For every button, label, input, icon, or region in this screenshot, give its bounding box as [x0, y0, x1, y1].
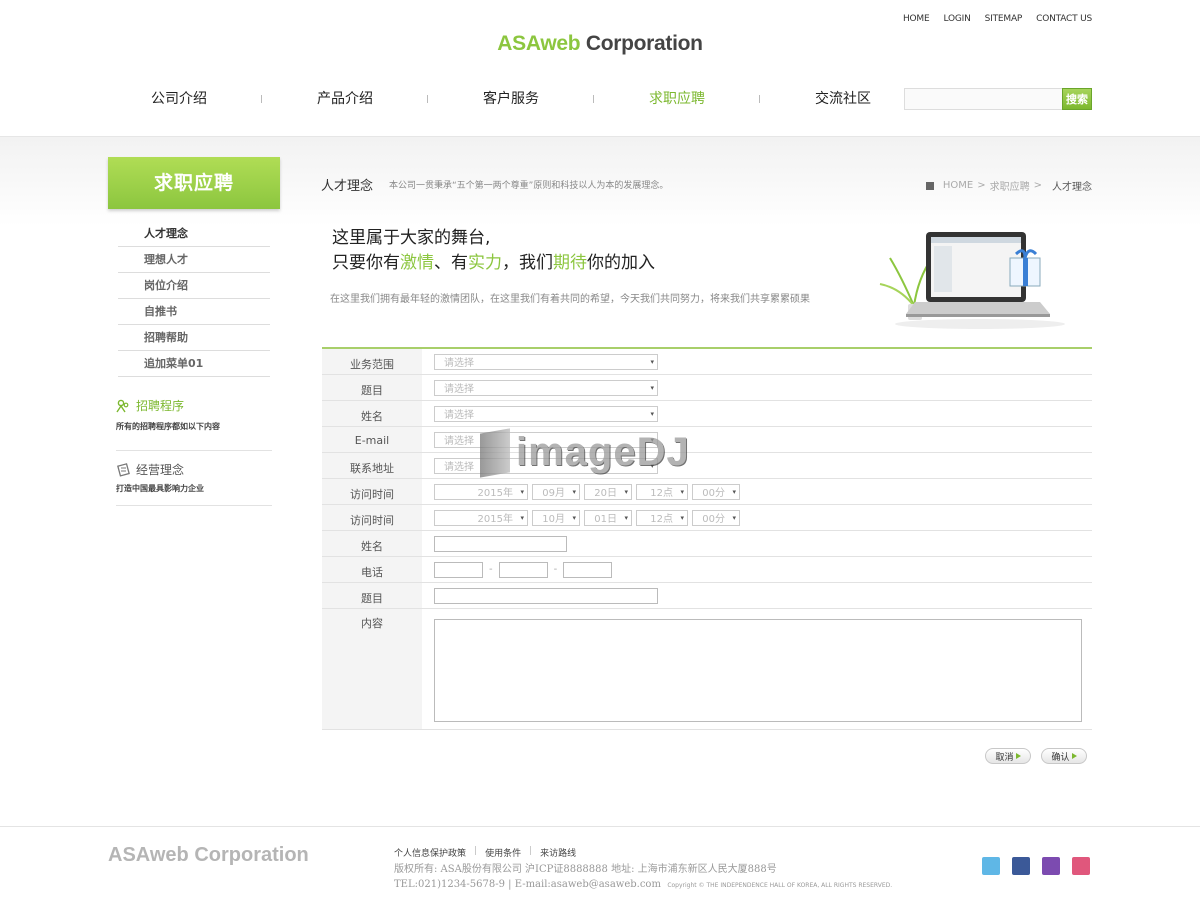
nav-service[interactable]: 客户服务 [428, 89, 594, 109]
page-description: 本公司一贯秉承“五个第一两个尊重”原则和科技以人为本的发展理念。 [389, 181, 669, 191]
home-icon [925, 181, 934, 190]
form-row-name: 姓名 请选择 ▾ [322, 401, 1092, 427]
play-arrow-icon [1015, 753, 1021, 759]
footer: ASAweb Corporation 个人信息保护政策 | 使用条件 | 来访路线 … [0, 826, 1200, 921]
business-philosophy-desc: 打造中国最具影响力企业 [116, 484, 204, 493]
dropdown-arrow-icon: ▾ [650, 383, 654, 392]
breadcrumb-home[interactable]: HOME [943, 180, 973, 191]
social-links [982, 857, 1090, 875]
form-row-content: 内容 [322, 609, 1092, 730]
sitemap-link[interactable]: SITEMAP [985, 14, 1023, 24]
main-nav: 公司介绍 产品介绍 客户服务 求职应聘 交流社区 [96, 89, 926, 109]
sidebar-item-ideal-talent[interactable]: 理想人才 [118, 247, 270, 273]
business-scope-select[interactable]: 请选择 ▾ [434, 353, 658, 370]
form-row-business-scope: 业务范围 请选择 ▾ [322, 349, 1092, 375]
phone-part2-input[interactable] [498, 561, 548, 578]
form-row-name-input: 姓名 [322, 531, 1092, 557]
terms-link[interactable]: 使用条件 [485, 846, 521, 859]
twitter-icon[interactable] [982, 857, 1000, 875]
visit2-month-select[interactable]: 10月 ▾ [532, 509, 580, 526]
hero-subtext: 在这里我们拥有最年轻的激情团队，在这里我们有着共同的希望，今天我们共同努力，将来… [330, 294, 810, 305]
phone-part3-input[interactable] [563, 561, 613, 578]
visit1-minute-select[interactable]: 00分 ▾ [692, 483, 740, 500]
cancel-button[interactable]: 取消 [985, 748, 1031, 764]
visit1-year-select[interactable]: 2015年 ▾ [434, 483, 528, 500]
visit2-minute-select[interactable]: 00分 ▾ [692, 509, 740, 526]
instagram-icon[interactable] [1072, 857, 1090, 875]
visit1-day-select[interactable]: 20日 ▾ [584, 483, 632, 500]
visit2-hour-select[interactable]: 12点 ▾ [636, 509, 688, 526]
footer-logo: ASAweb Corporation [108, 844, 309, 866]
visit2-year-select[interactable]: 2015年 ▾ [434, 509, 528, 526]
site-logo[interactable]: ASAweb Corporation [0, 32, 1200, 56]
login-link[interactable]: LOGIN [944, 14, 971, 24]
sidebar-item-self-recommend[interactable]: 自推书 [118, 299, 270, 325]
business-philosophy-box[interactable]: 经营理念 打造中国最具影响力企业 [116, 461, 272, 506]
dropdown-arrow-icon: ▾ [650, 357, 654, 366]
nav-careers[interactable]: 求职应聘 [594, 89, 760, 109]
title-input[interactable] [434, 587, 658, 604]
name-select[interactable]: 请选择 ▾ [434, 405, 658, 422]
name-input[interactable] [434, 535, 567, 552]
dropdown-arrow-icon: ▾ [650, 409, 654, 418]
footer-links: 个人信息保护政策 | 使用条件 | 来访路线 [394, 846, 577, 859]
document-icon [117, 462, 130, 477]
form-row-subject: 题目 请选择 ▾ [322, 375, 1092, 401]
breadcrumb: HOME > 求职应聘 > 人才理念 [925, 178, 1092, 193]
form-row-visit-time-2: 访问时间 2015年 ▾ 10月 ▾ 01日 ▾ 12点 ▾ 00分 ▾ [322, 505, 1092, 531]
laptop-gift-illustration [879, 232, 1065, 329]
utility-links: HOME LOGIN SITEMAP CONTACT US [903, 14, 1092, 24]
form-row-address: 联系地址 请选择 ▾ [322, 453, 1092, 479]
visit1-hour-select[interactable]: 12点 ▾ [636, 483, 688, 500]
nav-products[interactable]: 产品介绍 [262, 89, 428, 109]
search-input[interactable] [904, 88, 1062, 110]
recruit-process-desc: 所有的招聘程序都如以下内容 [116, 422, 220, 431]
sidebar-item-extra[interactable]: 追加菜单01 [118, 351, 270, 377]
form-actions: 取消 确认 [985, 748, 1087, 764]
chevron-right-icon: > [1033, 180, 1042, 191]
play-arrow-icon [1071, 753, 1077, 759]
nav-community[interactable]: 交流社区 [760, 89, 926, 109]
watermark-cube-icon [480, 427, 510, 478]
content-textarea[interactable] [434, 619, 1082, 722]
home-link[interactable]: HOME [903, 14, 930, 24]
sidebar-title: 求职应聘 [108, 157, 280, 209]
visit2-day-select[interactable]: 01日 ▾ [584, 509, 632, 526]
business-philosophy-title: 经营理念 [136, 463, 185, 477]
sidebar-menu: 人才理念 理想人才 岗位介绍 自推书 招聘帮助 追加菜单01 [118, 221, 270, 377]
recruit-process-box[interactable]: 招聘程序 所有的招聘程序都如以下内容 [116, 397, 272, 451]
chevron-right-icon: > [977, 180, 986, 191]
application-form: 业务范围 请选择 ▾ 题目 请选择 ▾ 姓名 请选择 ▾ E-mail 请选择 ▾ 联系… [322, 347, 1092, 730]
form-row-email: E-mail 请选择 ▾ [322, 427, 1092, 453]
hero-heading: 这里属于大家的舞台, 只要你有激情、有实力，我们期待你的加入 [332, 228, 655, 273]
nav-company[interactable]: 公司介绍 [96, 89, 262, 109]
watermark: imageDJ [480, 427, 690, 478]
privacy-link[interactable]: 个人信息保护政策 [394, 846, 466, 859]
page-title: 人才理念 [321, 179, 374, 194]
sidebar-item-talent-concept[interactable]: 人才理念 [118, 221, 270, 247]
form-row-title: 题目 [322, 583, 1092, 609]
form-row-visit-time-1: 访问时间 2015年 ▾ 09月 ▾ 20日 ▾ 12点 ▾ 00分 ▾ [322, 479, 1092, 505]
people-icon [116, 399, 129, 412]
facebook-icon[interactable] [1012, 857, 1030, 875]
phone-part1-input[interactable] [434, 561, 483, 578]
sidebar-item-help[interactable]: 招聘帮助 [118, 325, 270, 351]
form-row-phone: 电话 - - [322, 557, 1092, 583]
breadcrumb-current: 人才理念 [1052, 182, 1092, 193]
contact-us-link[interactable]: CONTACT US [1036, 14, 1092, 24]
recruit-process-title: 招聘程序 [136, 399, 185, 413]
visit1-month-select[interactable]: 09月 ▾ [532, 483, 580, 500]
directions-link[interactable]: 来访路线 [540, 846, 576, 859]
search-bar: 搜索 [904, 88, 1092, 110]
blog-icon[interactable] [1042, 857, 1060, 875]
confirm-button[interactable]: 确认 [1041, 748, 1087, 764]
sidebar-item-positions[interactable]: 岗位介绍 [118, 273, 270, 299]
copyright: 版权所有: ASA股份有限公司 沪ICP证8888888 地址: 上海市浦东新区… [394, 864, 893, 890]
subject-select[interactable]: 请选择 ▾ [434, 379, 658, 396]
search-button[interactable]: 搜索 [1062, 88, 1092, 110]
breadcrumb-careers[interactable]: 求职应聘 [990, 178, 1030, 193]
